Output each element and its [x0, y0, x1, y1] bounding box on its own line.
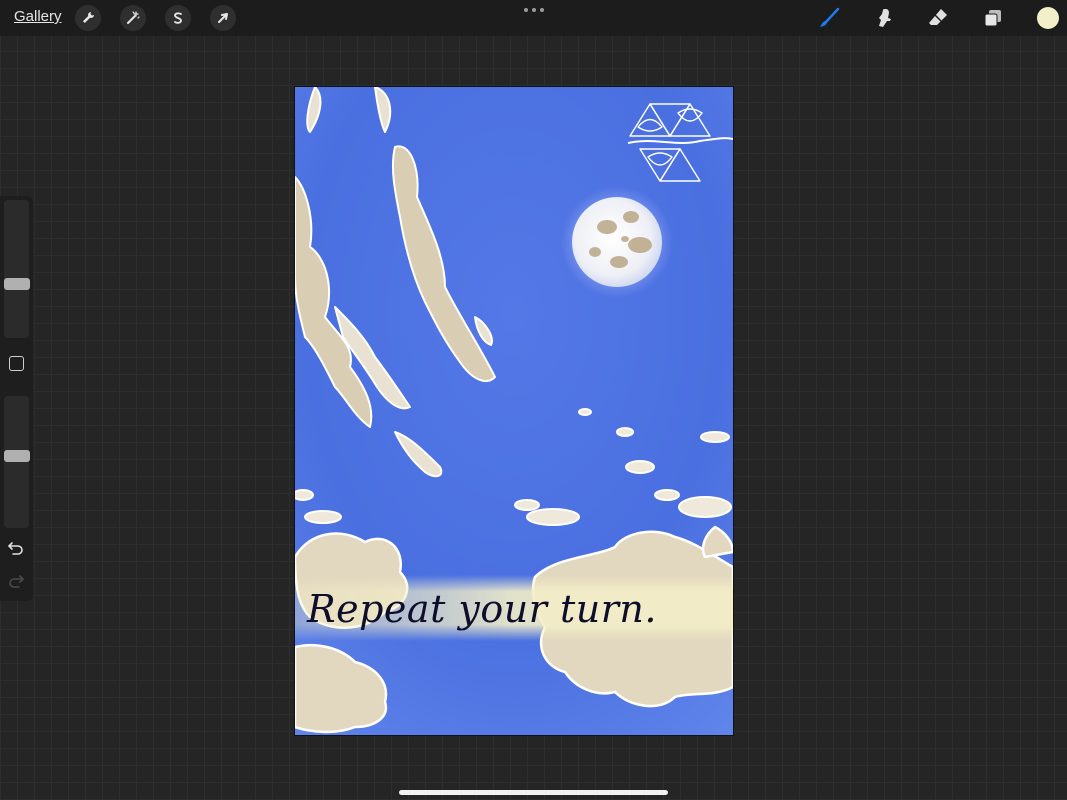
- smudge-icon: [879, 9, 891, 27]
- transform-button[interactable]: [210, 5, 236, 31]
- actions-button[interactable]: [75, 5, 101, 31]
- selection-s-icon: [174, 12, 182, 24]
- layers-button[interactable]: [980, 5, 1006, 31]
- redo-icon[interactable]: [7, 573, 25, 589]
- brush-size-slider[interactable]: [4, 200, 29, 338]
- home-indicator[interactable]: [399, 790, 668, 795]
- magic-wand-icon: [127, 11, 140, 24]
- wrench-icon: [83, 12, 94, 23]
- card-caption: Repeat your turn.: [307, 587, 657, 631]
- brush-tool-button[interactable]: [816, 5, 842, 31]
- brush-icon: [820, 7, 840, 27]
- layers-icon: [984, 10, 1001, 27]
- smudge-tool-button[interactable]: [871, 5, 897, 31]
- sky-painting: [295, 87, 733, 735]
- gallery-button[interactable]: Gallery: [14, 8, 62, 25]
- more-options-icon[interactable]: [524, 5, 544, 15]
- left-sidebar: [0, 196, 33, 601]
- artwork-canvas[interactable]: Repeat your turn.: [295, 87, 733, 735]
- brush-size-thumb[interactable]: [4, 278, 30, 291]
- brush-opacity-slider[interactable]: [4, 396, 29, 528]
- eraser-icon: [929, 9, 947, 25]
- top-toolbar: Gallery: [0, 0, 1067, 36]
- modify-square-icon[interactable]: [9, 356, 24, 371]
- color-picker-button[interactable]: [1037, 7, 1059, 29]
- adjustments-button[interactable]: [120, 5, 146, 31]
- eraser-tool-button[interactable]: [925, 5, 951, 31]
- selection-button[interactable]: [165, 5, 191, 31]
- undo-icon[interactable]: [7, 540, 25, 556]
- transform-arrow-icon: [218, 13, 228, 23]
- brush-opacity-thumb[interactable]: [4, 450, 30, 462]
